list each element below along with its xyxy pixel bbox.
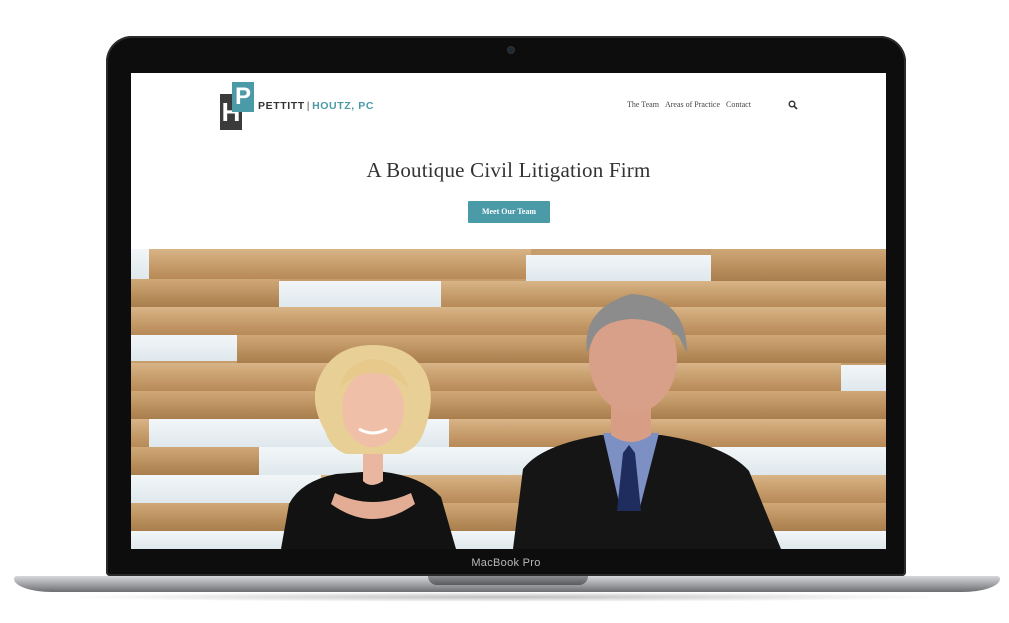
camera-icon xyxy=(508,47,514,53)
logo-mark-front-letter: P xyxy=(232,82,254,112)
laptop-base-notch xyxy=(428,576,588,585)
meet-our-team-button[interactable]: Meet Our Team xyxy=(468,201,550,223)
logo-name-left: PETTITT xyxy=(258,100,305,112)
attorney-woman xyxy=(281,345,456,549)
hero-headline: A Boutique Civil Litigation Firm xyxy=(366,158,651,182)
site-logo[interactable]: H P PETTITT | HOUTZ, PC xyxy=(220,82,374,130)
search-icon[interactable] xyxy=(788,100,798,110)
laptop-frame: H P PETTITT | HOUTZ, PC The Team Areas of … xyxy=(0,0,1009,623)
logo-mark-icon: H P xyxy=(220,82,256,130)
logo-wordmark: PETTITT | HOUTZ, PC xyxy=(258,100,374,112)
team-photo xyxy=(131,249,886,549)
main-nav: The Team Areas of Practice Contact xyxy=(627,100,751,109)
nav-item-areas-of-practice[interactable]: Areas of Practice xyxy=(665,100,720,109)
logo-separator: | xyxy=(306,100,311,112)
device-label: MacBook Pro xyxy=(471,557,541,569)
nav-item-contact[interactable]: Contact xyxy=(726,100,751,109)
attorneys-portrait xyxy=(281,294,781,549)
site-header: H P PETTITT | HOUTZ, PC The Team Areas of … xyxy=(131,73,886,143)
nav-item-the-team[interactable]: The Team xyxy=(627,100,659,109)
logo-name-right: HOUTZ, PC xyxy=(312,100,375,112)
website-screen: H P PETTITT | HOUTZ, PC The Team Areas of … xyxy=(131,73,886,549)
laptop-shadow xyxy=(60,592,950,602)
attorney-man xyxy=(513,294,781,549)
